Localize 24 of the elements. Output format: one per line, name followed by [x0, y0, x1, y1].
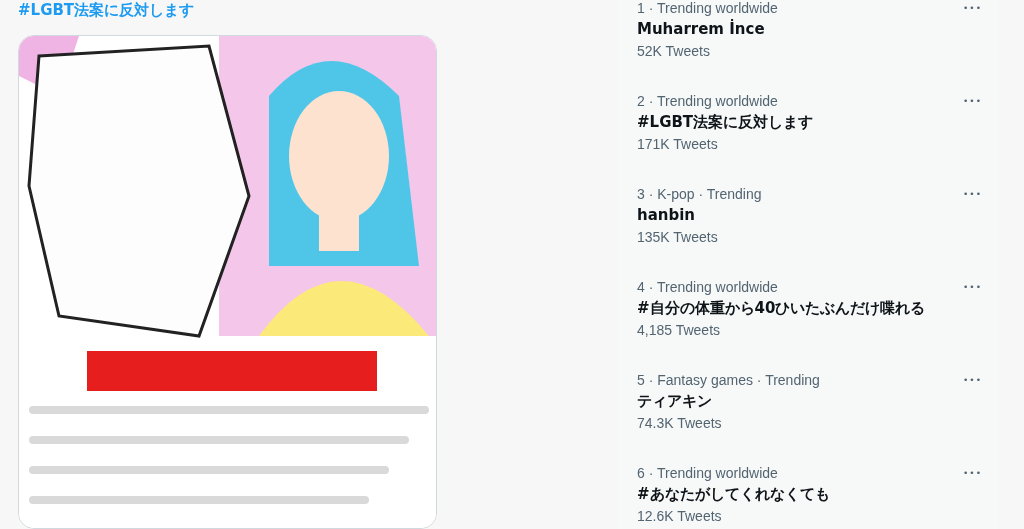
tweet-count: 12.6K Tweets [637, 508, 723, 524]
trend-title[interactable]: #自分の体重から40ひいたぶんだけ喋れる [637, 298, 926, 318]
trend-category: 4 · Trending worldwide [637, 279, 779, 295]
trend-title[interactable]: #あなたがしてくれなくても [637, 484, 830, 504]
tweet-count: 171K Tweets [637, 136, 719, 152]
trend-title[interactable]: #LGBT法案に反対します [637, 112, 814, 132]
tweet-count: 52K Tweets [637, 43, 711, 59]
trend-category: 1 · Trending worldwide [637, 0, 778, 16]
more-button[interactable]: ••• [963, 186, 982, 202]
trend-category: 2 · Trending worldwide [637, 93, 779, 109]
trend-title[interactable]: hanbin [637, 205, 762, 225]
trend-category: 5 · Fantasy games · Trending [637, 372, 820, 388]
more-button[interactable]: ••• [963, 0, 982, 16]
more-button[interactable]: ••• [963, 372, 982, 388]
trend-category: 3 · K-pop · Trending [637, 186, 762, 202]
trend-title[interactable]: Muharrem İnce [637, 19, 778, 39]
tweet-count: 135K Tweets [637, 229, 719, 245]
more-button[interactable]: ••• [963, 465, 982, 481]
tweet-count: 74.3K Tweets [637, 415, 723, 431]
trend-category: 6 · Trending worldwide [637, 465, 779, 481]
more-button[interactable]: ••• [963, 93, 982, 109]
more-button[interactable]: ••• [963, 279, 982, 295]
tweet-count: 4,185 Tweets [637, 322, 722, 338]
trend-title[interactable]: ティアキン [637, 391, 820, 411]
